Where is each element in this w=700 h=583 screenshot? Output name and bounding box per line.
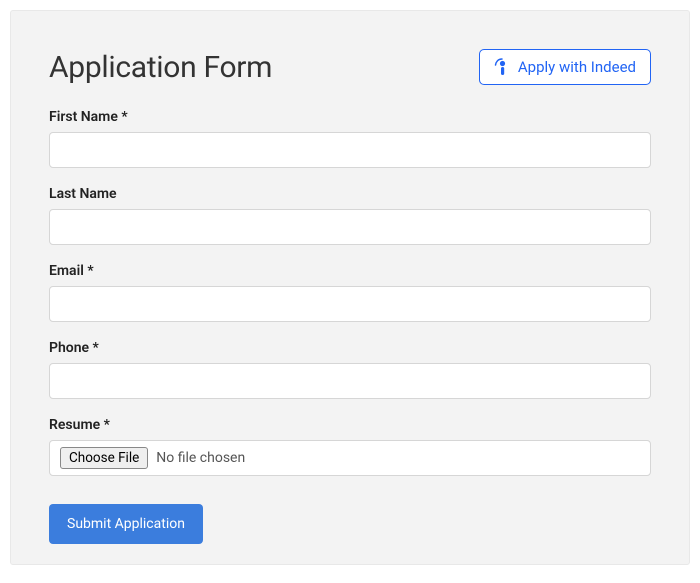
email-label: Email *	[49, 263, 651, 279]
resume-label: Resume *	[49, 417, 651, 433]
last-name-group: Last Name	[49, 186, 651, 245]
apply-with-indeed-button[interactable]: Apply with Indeed	[479, 49, 651, 85]
page-title: Application Form	[49, 50, 272, 85]
first-name-label: First Name *	[49, 109, 651, 125]
form-panel: Application Form Apply with Indeed First…	[10, 10, 690, 565]
resume-group: Resume * Choose File No file chosen	[49, 417, 651, 476]
last-name-input[interactable]	[49, 209, 651, 245]
submit-application-button[interactable]: Submit Application	[49, 504, 203, 544]
choose-file-button[interactable]: Choose File	[60, 447, 148, 469]
first-name-input[interactable]	[49, 132, 651, 168]
apply-with-indeed-label: Apply with Indeed	[518, 58, 636, 76]
last-name-label: Last Name	[49, 186, 651, 202]
header-row: Application Form Apply with Indeed	[49, 49, 651, 85]
phone-label: Phone *	[49, 340, 651, 356]
email-group: Email *	[49, 263, 651, 322]
phone-group: Phone *	[49, 340, 651, 399]
resume-file-input[interactable]: Choose File No file chosen	[49, 440, 651, 476]
file-status-text: No file chosen	[156, 450, 245, 466]
email-input[interactable]	[49, 286, 651, 322]
phone-input[interactable]	[49, 363, 651, 399]
first-name-group: First Name *	[49, 109, 651, 168]
indeed-icon	[494, 58, 510, 76]
